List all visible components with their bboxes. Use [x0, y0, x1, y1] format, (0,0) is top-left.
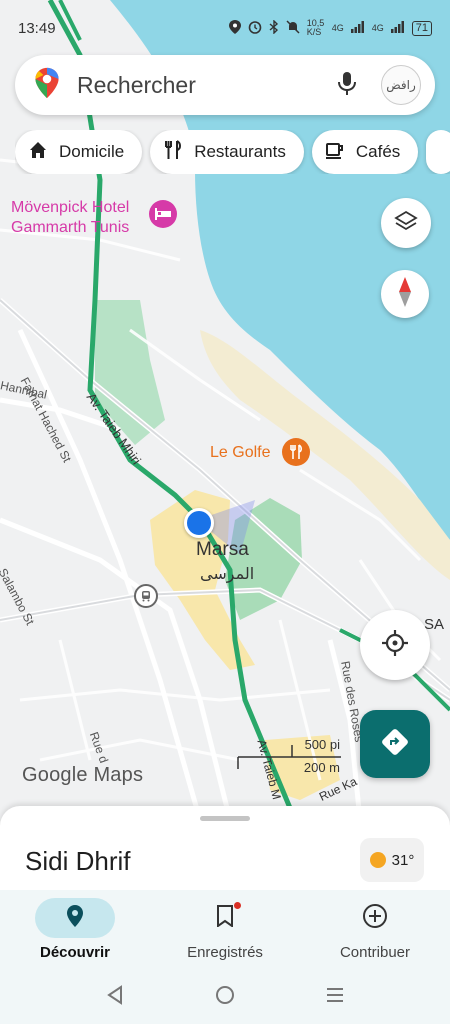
home-icon	[27, 139, 49, 166]
layers-button[interactable]	[381, 198, 431, 248]
temperature: 31°	[391, 851, 415, 869]
directions-button[interactable]	[360, 710, 430, 778]
alarm-icon	[248, 20, 262, 37]
weather-badge[interactable]: 31°	[360, 838, 424, 882]
compass-icon	[397, 276, 413, 313]
bottom-sheet[interactable]: Sidi Dhrif 31°	[0, 806, 450, 896]
chip-cafes[interactable]: Cafés	[311, 130, 419, 174]
nav-pill	[35, 898, 115, 938]
place-marsa-label[interactable]: Marsa	[196, 539, 249, 561]
status-icons: 10,5 K/S 4G 4G 71	[228, 18, 432, 37]
chip-more[interactable]	[426, 130, 450, 174]
hotel-icon[interactable]	[149, 200, 177, 228]
notification-dot	[234, 902, 241, 909]
status-time: 13:49	[18, 19, 56, 37]
google-maps-pin-icon	[33, 67, 61, 104]
poi-hotel-label[interactable]: Mövenpick Hotel Gammarth Tunis	[11, 198, 129, 238]
net-speed: 10,5 K/S	[306, 18, 325, 37]
back-icon[interactable]	[106, 984, 124, 1010]
location-status-icon	[228, 19, 241, 37]
recents-icon[interactable]	[326, 986, 344, 1009]
nav-pill	[335, 898, 415, 938]
sun-icon	[369, 852, 386, 868]
bluetooth-icon	[269, 18, 279, 37]
bottom-nav: Découvrir Enregistrés Contribuer	[0, 890, 450, 970]
battery-indicator: 71	[411, 20, 432, 36]
chip-label: Cafés	[355, 142, 401, 161]
mic-icon[interactable]	[333, 69, 381, 102]
crosshair-icon	[380, 628, 410, 663]
bus-stop-icon[interactable]	[134, 584, 158, 608]
current-location-dot	[184, 508, 214, 538]
category-chips: Domicile Restaurants Cafés	[15, 130, 450, 174]
map-canvas[interactable]	[0, 0, 450, 820]
google-maps-logo: Google Maps	[22, 764, 144, 786]
add-circle-icon	[362, 903, 388, 933]
chip-label: Restaurants	[194, 142, 286, 161]
avatar[interactable]: رافض	[381, 65, 421, 105]
poi-hotel-line2: Gammarth Tunis	[11, 219, 130, 236]
nav-label: Découvrir	[39, 944, 111, 961]
signal-2-label: 4G	[371, 23, 384, 33]
mute-icon	[286, 19, 300, 37]
explore-pin-icon	[66, 904, 84, 932]
chip-restaurants[interactable]: Restaurants	[150, 130, 304, 174]
nav-pill	[185, 898, 265, 938]
map-scale: 500 pi 200 m	[236, 737, 346, 777]
nav-label: Enregistrés	[187, 944, 263, 961]
sheet-drag-handle[interactable]	[200, 816, 250, 821]
search-input[interactable]: Rechercher	[77, 72, 333, 99]
nav-enregistres[interactable]: Enregistrés	[150, 890, 300, 970]
poi-golfe-label[interactable]: Le Golfe	[210, 444, 270, 462]
signal-bars-2-icon	[390, 20, 405, 36]
signal-bars-1-icon	[350, 20, 365, 36]
nav-contribuer[interactable]: Contribuer	[300, 890, 450, 970]
place-title: Sidi Dhrif	[25, 846, 131, 876]
chip-domicile[interactable]: Domicile	[15, 130, 143, 174]
chip-label: Domicile	[59, 142, 125, 161]
status-bar: 13:49 10,5 K/S 4G 4G 71	[0, 0, 450, 56]
search-bar[interactable]: Rechercher رافض	[15, 55, 435, 115]
cafe-icon	[324, 139, 346, 166]
signal-1-label: 4G	[331, 23, 344, 33]
poi-hotel-line1: Mövenpick Hotel	[11, 199, 130, 216]
layers-icon	[394, 209, 418, 238]
system-nav-bar	[0, 970, 450, 1024]
home-button-icon[interactable]	[215, 985, 235, 1010]
bookmark-icon	[216, 905, 234, 931]
my-location-button[interactable]	[360, 610, 430, 680]
nav-label: Contribuer	[339, 944, 411, 961]
place-marsa-arabic-label: المرسى	[200, 566, 255, 583]
restaurant-icon	[162, 139, 184, 166]
restaurant-poi-icon[interactable]	[282, 438, 310, 466]
nav-decouvrir[interactable]: Découvrir	[0, 890, 150, 970]
directions-icon	[381, 728, 409, 761]
compass-button[interactable]	[381, 270, 429, 318]
